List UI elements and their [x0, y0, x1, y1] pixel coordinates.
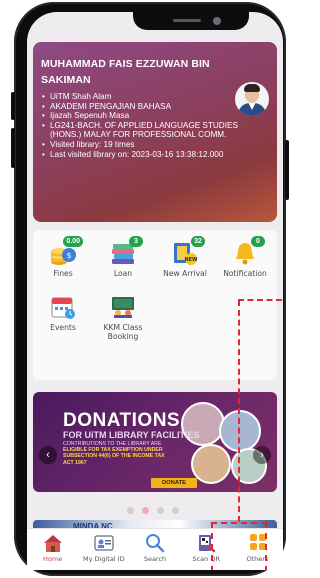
- classroom-icon: [109, 294, 137, 320]
- nav-home[interactable]: Home: [27, 529, 78, 570]
- menu-label-loan: Loan: [113, 269, 133, 278]
- profile-card: MUHAMMAD FAIS EZZUWAN BIN SAKIMAN UiTM S…: [33, 42, 277, 222]
- svg-text:$: $: [66, 251, 71, 260]
- highlight-pointer: [238, 299, 283, 301]
- profile-details: UiTM Shah Alam AKADEMI PENGAJIAN BAHASA …: [41, 92, 269, 159]
- menu-label-fines: Fines: [53, 269, 73, 278]
- home-icon: [42, 533, 64, 553]
- banner-photo: [191, 444, 231, 484]
- menu-grid: $ 0.00 Fines 3 Loan NEW 32 New Arrival 0…: [33, 230, 277, 380]
- highlight-pointer: [238, 300, 240, 522]
- menu-item-fines[interactable]: $ 0.00 Fines: [35, 236, 91, 278]
- banner-fine-print-lead: CONTRIBUTIONS TO THE LIBRARY ARE: [63, 441, 162, 447]
- menu-item-new-arrival[interactable]: NEW 32 New Arrival: [157, 236, 213, 278]
- speaker: [173, 19, 201, 22]
- notification-badge: 0: [251, 236, 265, 247]
- detail-campus: UiTM Shah Alam: [41, 92, 269, 102]
- side-button: [285, 140, 289, 200]
- banner-fine-print: CONTRIBUTIONS TO THE LIBRARY ARE ELIGIBL…: [63, 441, 175, 466]
- menu-label-kkm-class-booking: KKM Class Booking: [103, 323, 143, 341]
- carousel-dot[interactable]: [172, 507, 179, 514]
- books-icon: 3: [109, 236, 143, 266]
- nav-label-my-digital-id: My Digital ID: [83, 555, 125, 563]
- menu-item-notification[interactable]: 0 Notification: [217, 236, 273, 278]
- menu-item-events[interactable]: Events: [35, 294, 91, 332]
- nav-search[interactable]: Search: [129, 529, 180, 570]
- carousel-next-button[interactable]: ›: [253, 446, 271, 464]
- new-arrival-badge: 32: [191, 236, 205, 247]
- detail-study-mode: Ijazah Sepenuh Masa: [41, 111, 269, 121]
- carousel-dot[interactable]: [127, 507, 134, 514]
- carousel-dot[interactable]: [157, 507, 164, 514]
- fines-badge: 0.00: [63, 236, 83, 247]
- donate-button[interactable]: DONATE: [151, 478, 197, 488]
- app-screen: MUHAMMAD FAIS EZZUWAN BIN SAKIMAN UiTM S…: [27, 12, 283, 570]
- side-button: [11, 128, 15, 168]
- menu-item-loan[interactable]: 3 Loan: [95, 236, 151, 278]
- carousel-indicators: [127, 507, 179, 514]
- coins-icon: $ 0.00: [49, 236, 83, 266]
- donation-banner[interactable]: DONATIONS FOR UiTM LIBRARY FACILITIES CO…: [33, 392, 277, 492]
- calendar-icon: [49, 294, 77, 320]
- avatar-hair: [244, 84, 260, 92]
- detail-visit-count: Visited library: 19 times: [41, 140, 269, 150]
- nav-label-search: Search: [143, 555, 167, 563]
- svg-text:NEW: NEW: [184, 257, 198, 263]
- menu-label-notification: Notification: [223, 269, 267, 278]
- notch: [133, 12, 249, 30]
- menu-label-events: Events: [50, 323, 76, 332]
- detail-last-visit: Last visited library on: 2023-03-16 13:3…: [41, 150, 266, 160]
- detail-programme: LG241-BACH. OF APPLIED LANGUAGE STUDIES …: [41, 121, 266, 140]
- new-arrival-icon: NEW 32: [171, 236, 205, 266]
- detail-faculty: AKADEMI PENGAJIAN BAHASA: [41, 102, 269, 112]
- side-button: [11, 92, 15, 120]
- menu-label-new-arrival: New Arrival: [163, 269, 207, 278]
- banner-subtitle: FOR UiTM LIBRARY FACILITIES: [63, 430, 200, 440]
- banner-fine-print-highlight: ELIGIBLE FOR TAX EXEMPTION UNDER SUBSECT…: [63, 447, 165, 466]
- scan-qr-highlight: [211, 522, 267, 570]
- bell-icon: 0: [231, 236, 265, 266]
- carousel-dot-active[interactable]: [142, 507, 149, 514]
- loan-badge: 3: [129, 236, 143, 247]
- digital-id-icon: [93, 533, 115, 553]
- carousel-prev-button[interactable]: ‹: [39, 446, 57, 464]
- menu-item-kkm-class-booking[interactable]: KKM Class Booking: [95, 294, 151, 341]
- profile-name: MUHAMMAD FAIS EZZUWAN BIN SAKIMAN: [41, 58, 210, 86]
- nav-label-home: Home: [43, 555, 63, 563]
- banner-photos: [173, 398, 273, 488]
- banner-title: DONATIONS: [63, 410, 181, 431]
- camera: [213, 17, 221, 25]
- search-icon: [144, 533, 166, 553]
- banner-photo: [219, 410, 261, 452]
- nav-my-digital-id[interactable]: My Digital ID: [78, 529, 129, 570]
